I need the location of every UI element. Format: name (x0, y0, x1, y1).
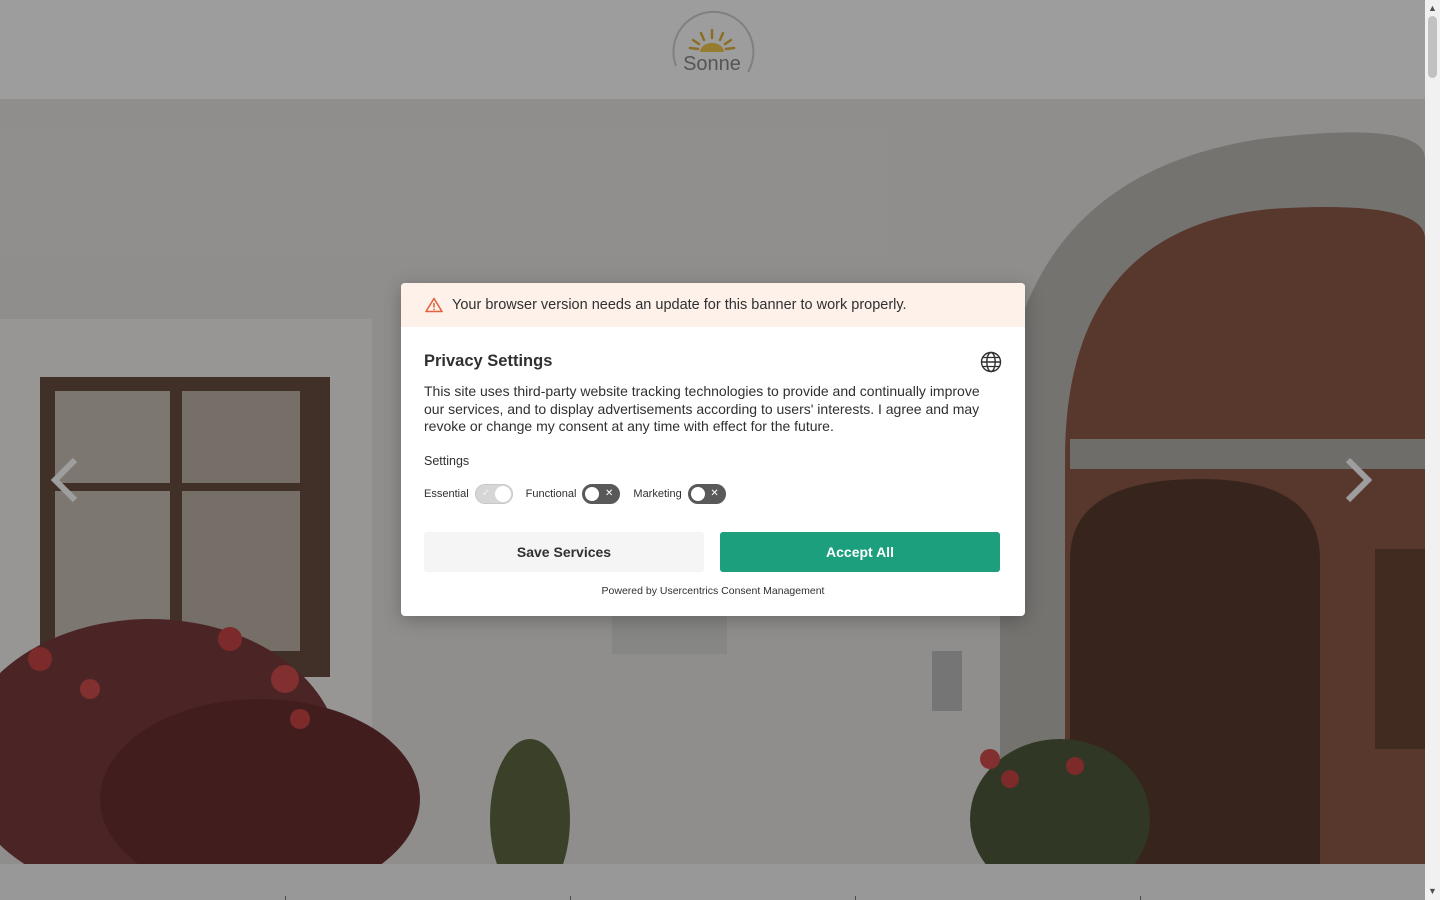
dialog-description: This site uses third-party website track… (424, 383, 980, 434)
switch-knob (689, 485, 706, 502)
functional-switch[interactable]: ✕ (582, 483, 621, 504)
warning-text: Your browser version needs an update for… (452, 297, 907, 313)
save-services-button[interactable]: Save Services (424, 531, 704, 572)
powered-by-link[interactable]: Powered by Usercentrics Consent Manageme… (424, 585, 1002, 597)
warning-triangle-icon (425, 297, 443, 313)
settings-heading: Settings (424, 453, 470, 468)
scroll-up-icon[interactable]: ▲ (1425, 1, 1440, 15)
switch-knob (584, 485, 601, 502)
browser-warning-bar: Your browser version needs an update for… (401, 283, 1025, 327)
toggle-label-essential: Essential (424, 487, 469, 500)
essential-switch: ✓ (474, 483, 513, 504)
globe-icon[interactable] (980, 351, 1002, 373)
check-icon: ✓ (481, 487, 491, 499)
close-icon: ✕ (710, 487, 719, 499)
dialog-title: Privacy Settings (424, 352, 553, 370)
switch-knob (494, 485, 511, 502)
privacy-settings-dialog: Your browser version needs an update for… (401, 283, 1025, 616)
marketing-switch[interactable]: ✕ (687, 483, 726, 504)
toggle-label-functional: Functional (525, 487, 577, 500)
close-icon: ✕ (605, 487, 614, 499)
accept-all-button[interactable]: Accept All (720, 531, 1000, 572)
consent-toggles: Essential ✓ Functional ✕ Marketing ✕ (424, 483, 1002, 505)
toggle-marketing: Marketing ✕ (633, 483, 726, 504)
page-scrollbar[interactable]: ▲ ▼ (1425, 0, 1440, 900)
scroll-down-icon[interactable]: ▼ (1425, 884, 1440, 898)
scrollbar-thumb[interactable] (1428, 16, 1437, 78)
toggle-label-marketing: Marketing (633, 487, 682, 500)
toggle-essential: Essential ✓ (424, 483, 513, 504)
toggle-functional: Functional ✕ (525, 483, 621, 504)
modal-backdrop: Your browser version needs an update for… (0, 0, 1425, 900)
